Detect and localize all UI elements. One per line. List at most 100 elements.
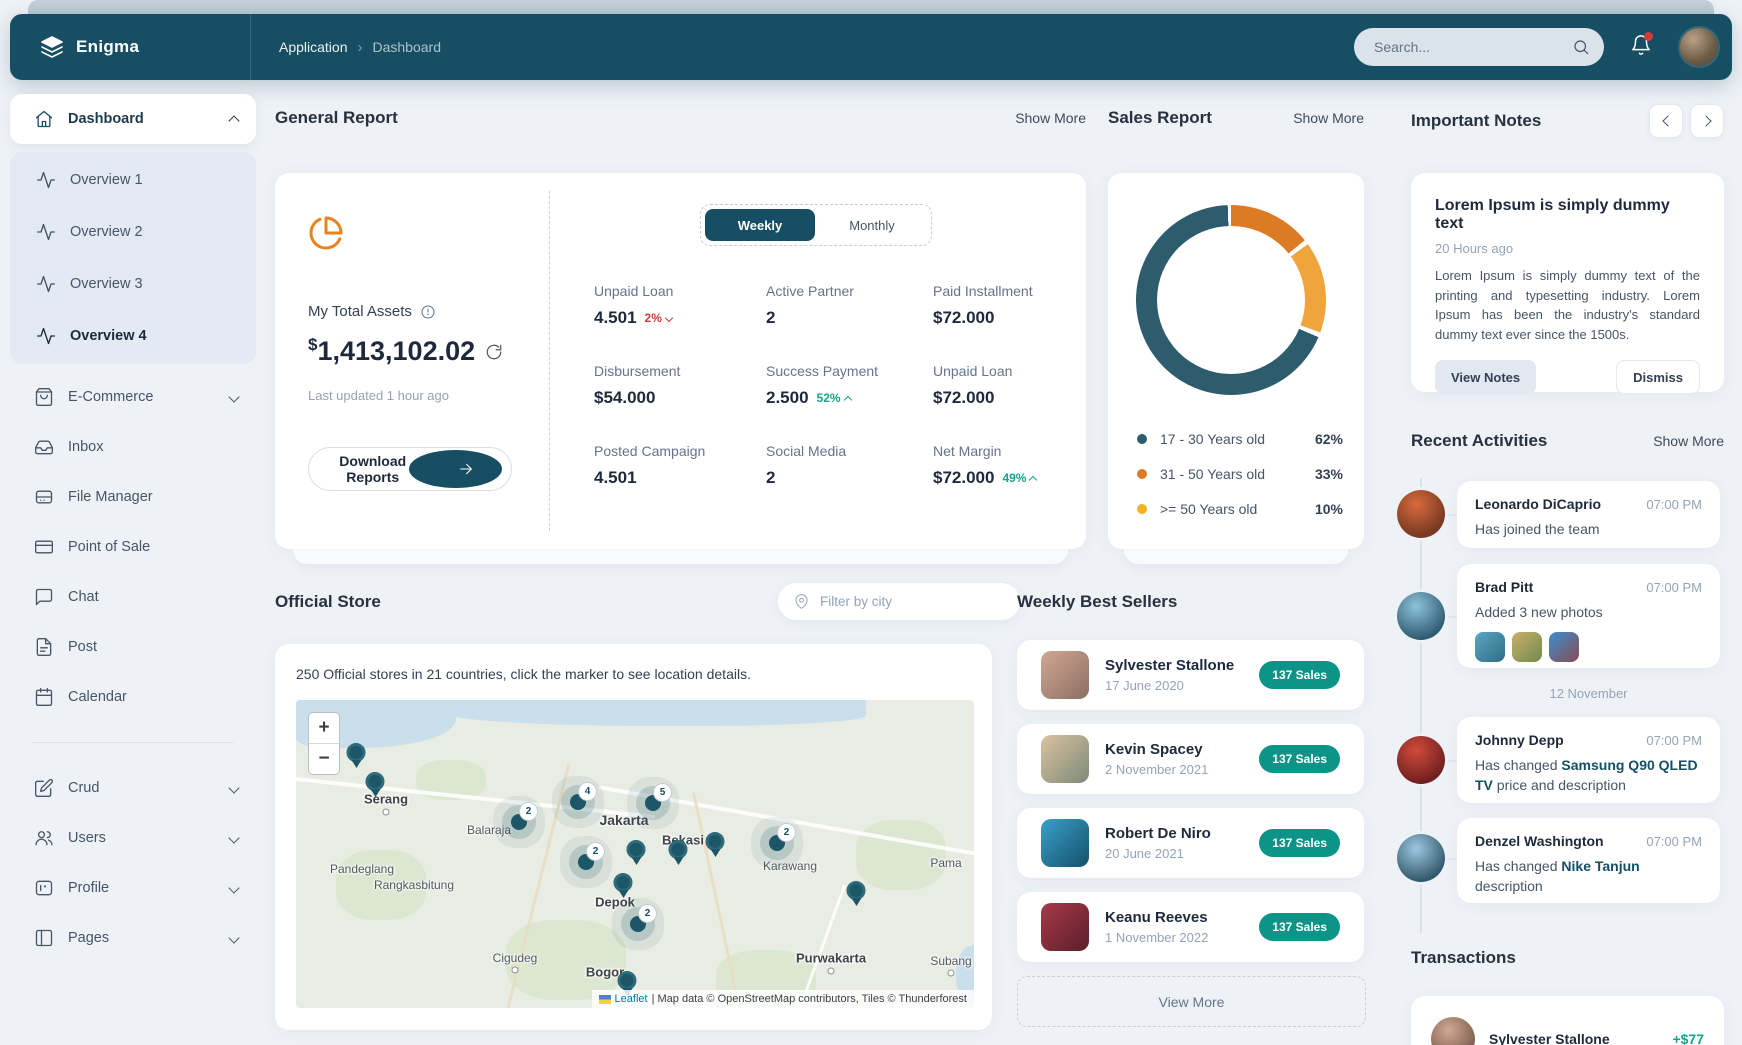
filter-city-input[interactable] [818,593,1006,610]
note-title: Lorem Ipsum is simply dummy text [1435,197,1700,233]
toggle-weekly[interactable]: Weekly [705,209,815,241]
sidebar-item-overview-3[interactable]: Overview 3 [10,258,256,310]
sidebar-item-ecommerce[interactable]: E-Commerce [10,372,256,422]
view-more-button[interactable]: View More [1017,976,1366,1027]
sidebar-item-label: File Manager [68,489,238,505]
seller-name: Sylvester Stallone [1105,657,1259,674]
cluster-count: 2 [777,823,796,842]
sidebar-item-label: Inbox [68,439,238,455]
city-label-jakarta: Jakarta [599,812,648,828]
user-avatar[interactable] [1680,28,1718,66]
leaflet-link[interactable]: Leaflet [615,993,648,1005]
transactions-title: Transactions [1411,948,1516,967]
legend-label: >= 50 Years old [1160,501,1257,517]
search-input[interactable] [1372,38,1572,56]
map-cluster-marker[interactable]: 2 [630,916,646,932]
sales-count-badge: 137 Sales [1259,745,1340,773]
notifications-button[interactable] [1630,34,1652,61]
store-map[interactable]: Serang Jakarta Bekasi Depok Bogor Purwak… [296,700,974,1008]
sidebar-item-inbox[interactable]: Inbox [10,422,256,472]
map-cluster-marker[interactable]: 5 [645,795,661,811]
map-pin-marker[interactable] [366,772,385,797]
sidebar-item-label: Profile [68,880,216,896]
map-zoom-in-button[interactable]: + [309,713,339,743]
sidebar-item-chat[interactable]: Chat [10,572,256,622]
chevron-up-icon [228,115,239,126]
city-label-karawang: Karawang [763,859,817,873]
sidebar-item-profile[interactable]: Profile [10,863,256,913]
filter-by-city-field[interactable] [778,583,1020,620]
view-notes-button[interactable]: View Notes [1435,360,1536,394]
sidebar-item-point-of-sale[interactable]: Point of Sale [10,522,256,572]
download-reports-button[interactable]: Download Reports [308,447,512,491]
map-cluster-marker[interactable]: 2 [769,835,785,851]
stacked-card-edge [293,549,1068,564]
map-zoom-out-button[interactable]: − [309,743,339,774]
sidebar-item-overview-2[interactable]: Overview 2 [10,206,256,258]
breadcrumb-parent[interactable]: Application [279,39,348,55]
legend-value: 62% [1315,431,1343,447]
stat-label: Net Margin [933,443,1036,459]
activity-avatar[interactable] [1397,736,1445,784]
sidebar-item-pages[interactable]: Pages [10,913,256,963]
photo-thumbnail[interactable] [1512,632,1542,662]
notes-next-button[interactable] [1690,104,1724,138]
best-seller-row[interactable]: Keanu Reeves 1 November 2022 137 Sales [1017,892,1364,962]
total-assets-value: 1,413,102.02 [317,336,475,366]
map-pin-marker[interactable] [669,840,688,865]
activities-show-more[interactable]: Show More [1653,433,1724,449]
sidebar-item-label: Overview 4 [70,328,147,344]
map-cluster-marker[interactable]: 2 [511,814,527,830]
map-cluster-marker[interactable]: 4 [570,794,586,810]
sidebar-item-overview-4[interactable]: Overview 4 [10,310,256,362]
map-cluster-marker[interactable]: 2 [578,854,594,870]
important-notes-title: Important Notes [1411,111,1541,131]
notes-prev-button[interactable] [1649,104,1683,138]
stat-active-partner: Active Partner 2 [766,283,854,328]
ukraine-flag-icon [599,995,611,1004]
sidebar-item-label: Chat [68,589,238,605]
sidebar-item-post[interactable]: Post [10,622,256,672]
map-pin-marker[interactable] [627,840,646,865]
best-seller-row[interactable]: Kevin Spacey 2 November 2021 137 Sales [1017,724,1364,794]
legend-value: 33% [1315,466,1343,482]
map-pin-marker[interactable] [706,832,725,857]
best-seller-row[interactable]: Robert De Niro 20 June 2021 137 Sales [1017,808,1364,878]
global-search[interactable] [1354,28,1604,66]
breadcrumb-current[interactable]: Dashboard [373,39,442,55]
map-pin-marker[interactable] [347,743,366,768]
activity-name: Johnny Depp [1475,732,1564,748]
best-seller-row[interactable]: Sylvester Stallone 17 June 2020 137 Sale… [1017,640,1364,710]
activity-avatar[interactable] [1397,490,1445,538]
transaction-row[interactable]: Sylvester Stallone +$77 [1411,996,1724,1045]
activity-avatar[interactable] [1397,592,1445,640]
general-report-show-more[interactable]: Show More [1015,110,1086,126]
sales-donut-chart[interactable] [1136,205,1326,395]
sidebar-item-overview-1[interactable]: Overview 1 [10,154,256,206]
photo-thumbnail[interactable] [1549,632,1579,662]
home-icon [34,109,54,129]
seller-avatar [1041,903,1089,951]
sidebar-item-crud[interactable]: Crud [10,763,256,813]
refresh-icon[interactable] [485,343,503,361]
sidebar-item-label: Calendar [68,689,238,705]
photo-thumbnail[interactable] [1475,632,1505,662]
stat-delta: 2% [645,311,662,325]
seller-name: Keanu Reeves [1105,909,1259,926]
stat-unpaid-loan: Unpaid Loan 4.501 2% [594,283,673,328]
sidebar-item-calendar[interactable]: Calendar [10,672,256,722]
message-square-icon [34,587,54,607]
dismiss-button[interactable]: Dismiss [1616,360,1700,394]
chevron-up-icon [1029,476,1037,484]
info-icon[interactable] [420,304,436,320]
sidebar-item-dashboard[interactable]: Dashboard [10,94,256,144]
map-pin-marker[interactable] [847,881,866,906]
app-logo[interactable]: Enigma [10,35,250,59]
toggle-monthly[interactable]: Monthly [817,209,927,241]
activity-avatar[interactable] [1397,834,1445,882]
activity-text: Added 3 new photos [1475,602,1702,622]
map-pin-marker[interactable] [614,873,633,898]
sidebar-item-file-manager[interactable]: File Manager [10,472,256,522]
sales-report-show-more[interactable]: Show More [1293,110,1364,126]
sidebar-item-users[interactable]: Users [10,813,256,863]
